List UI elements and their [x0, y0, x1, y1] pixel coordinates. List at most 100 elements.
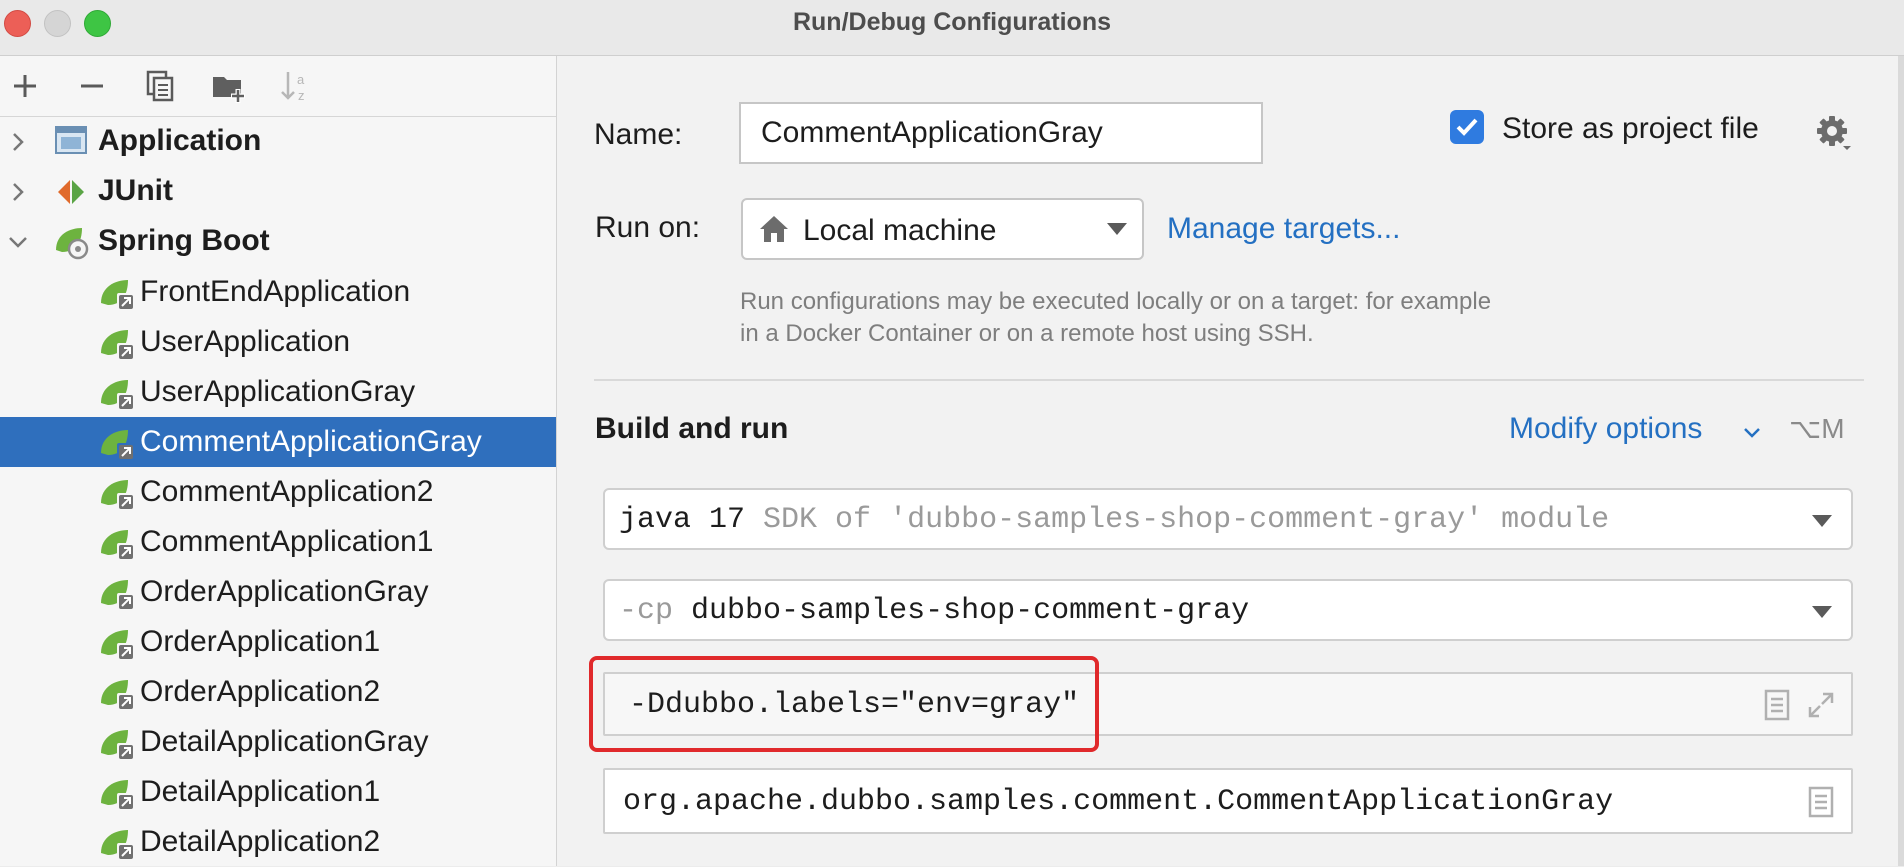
svg-text:z: z — [298, 88, 305, 103]
spring-boot-config-icon — [101, 280, 135, 311]
folder-add-icon — [213, 77, 245, 103]
jre-version: java 17 — [619, 503, 746, 537]
tree-item-label: UserApplicationGray — [140, 375, 416, 408]
junit-icon — [58, 180, 84, 204]
tree-item-label: OrderApplication2 — [140, 675, 381, 708]
main-class-value: org.apache.dubbo.samples.comment.Comment… — [623, 785, 1614, 819]
tree-item-configuration[interactable]: FrontEndApplication — [0, 267, 556, 317]
spring-boot-config-icon — [101, 530, 135, 561]
configuration-editor: Name: CommentApplicationGray Store as pr… — [557, 56, 1904, 866]
tree-item-configuration[interactable]: OrderApplication2 — [0, 667, 556, 717]
run-on-hint: Run configurations may be executed local… — [740, 286, 1640, 350]
name-input[interactable]: CommentApplicationGray — [739, 102, 1263, 164]
hint-line: in a Docker Container or on a remote hos… — [740, 320, 1314, 347]
tree-item-configuration[interactable]: CommentApplication2 — [0, 467, 556, 517]
document-icon[interactable] — [1761, 688, 1793, 722]
tree-item-label: OrderApplication1 — [140, 625, 381, 658]
spring-boot-config-icon — [101, 680, 135, 711]
tree-item-label: DetailApplication2 — [140, 825, 381, 858]
run-on-label: Run on: — [595, 211, 701, 244]
remove-configuration-button[interactable] — [72, 66, 112, 106]
minus-icon — [81, 84, 103, 88]
copy-configuration-button[interactable] — [140, 66, 180, 106]
tree-item-label: CommentApplication1 — [140, 525, 434, 558]
spring-boot-configurations: FrontEndApplication UserApplication UserAp… — [0, 267, 556, 867]
window-edge — [1898, 56, 1904, 866]
hint-line: Run configurations may be executed local… — [740, 288, 1492, 315]
sidebar-toolbar: a z — [0, 56, 556, 117]
spring-boot-config-icon — [101, 630, 135, 661]
tree-item-label: UserApplication — [140, 325, 351, 358]
tree-group-spring-boot[interactable]: Spring Boot — [0, 217, 556, 267]
spring-boot-icon — [56, 228, 89, 260]
spring-boot-config-icon — [101, 380, 135, 411]
configurations-sidebar: a z Application JUnit Spring Boot FrontE… — [0, 56, 557, 866]
tree-item-configuration[interactable]: DetailApplicationGray — [0, 717, 556, 767]
window-title: Run/Debug Configurations — [792, 8, 1112, 36]
expand-icon[interactable] — [1805, 688, 1837, 722]
chevron-right-icon[interactable] — [6, 180, 30, 204]
tree-item-label: CommentApplication2 — [140, 475, 434, 508]
tree-item-configuration[interactable]: DetailApplication2 — [0, 817, 556, 867]
tree-item-label: FrontEndApplication — [140, 275, 411, 308]
tree-group-application[interactable]: Application — [0, 117, 556, 167]
spring-boot-config-icon — [101, 330, 135, 361]
jre-value: java 17 SDK of 'dubbo-samples-shop-comme… — [619, 503, 1609, 537]
tree-item-configuration[interactable]: CommentApplicationGray — [0, 417, 556, 467]
jre-hint: SDK of 'dubbo-samples-shop-comment-gray'… — [763, 503, 1610, 537]
spring-boot-config-icon — [101, 730, 135, 761]
dropdown-arrow-icon — [1812, 515, 1832, 527]
svg-text:a: a — [297, 72, 305, 87]
manage-targets-link[interactable]: Manage targets... — [1167, 212, 1400, 246]
tree-item-configuration[interactable]: UserApplication — [0, 317, 556, 367]
jre-dropdown[interactable]: java 17 SDK of 'dubbo-samples-shop-comme… — [603, 488, 1853, 550]
tree-item-configuration[interactable]: OrderApplicationGray — [0, 567, 556, 617]
tree-item-configuration[interactable]: OrderApplication1 — [0, 617, 556, 667]
classpath-prefix: -cp — [619, 594, 674, 628]
highlight-annotation — [589, 656, 1099, 752]
tree-item-label: DetailApplicationGray — [140, 725, 429, 758]
title-bar: Run/Debug Configurations — [0, 0, 1904, 56]
gear-icon[interactable] — [1814, 113, 1854, 153]
dropdown-arrow-icon — [1812, 606, 1832, 618]
move-into-folder-button[interactable] — [208, 66, 248, 106]
main-class-input[interactable]: org.apache.dubbo.samples.comment.Comment… — [603, 768, 1853, 834]
document-icon[interactable] — [1805, 785, 1837, 819]
spring-boot-config-icon — [101, 430, 135, 461]
tree-item-configuration[interactable]: UserApplicationGray — [0, 367, 556, 417]
add-configuration-button[interactable] — [5, 66, 45, 106]
run-on-dropdown[interactable]: Local machine — [741, 198, 1144, 260]
store-as-project-file-checkbox[interactable] — [1450, 110, 1484, 144]
spring-boot-config-icon — [101, 780, 135, 811]
sort-az-icon: a z — [281, 72, 305, 103]
tree-group-label: Application — [98, 124, 262, 157]
spring-boot-config-icon — [101, 580, 135, 611]
tree-item-label: OrderApplicationGray — [140, 575, 429, 608]
home-icon — [760, 216, 788, 242]
dropdown-arrow-icon — [1107, 223, 1127, 235]
tree-item-configuration[interactable]: DetailApplication1 — [0, 767, 556, 817]
configurations-tree: Application JUnit Spring Boot FrontEndAp… — [0, 117, 556, 867]
chevron-down-icon[interactable] — [6, 230, 30, 254]
tree-item-configuration[interactable]: CommentApplication1 — [0, 517, 556, 567]
run-on-value: Local machine — [803, 214, 997, 247]
modify-options-link[interactable]: Modify options — [1509, 412, 1702, 446]
spring-boot-config-icon — [101, 830, 135, 861]
tree-group-junit[interactable]: JUnit — [0, 167, 556, 217]
tree-group-label: Spring Boot — [98, 224, 270, 257]
classpath-module-dropdown[interactable]: -cp dubbo-samples-shop-comment-gray — [603, 579, 1853, 641]
store-as-project-file-label[interactable]: Store as project file — [1502, 112, 1759, 146]
classpath-value: -cp dubbo-samples-shop-comment-gray — [619, 594, 1249, 628]
classpath-module: dubbo-samples-shop-comment-gray — [691, 594, 1250, 628]
tree-item-label: CommentApplicationGray — [140, 425, 482, 458]
section-divider — [594, 379, 1864, 381]
chevron-right-icon[interactable] — [6, 130, 30, 154]
checkmark-icon — [1456, 118, 1478, 136]
tree-group-label: JUnit — [98, 174, 173, 207]
spring-boot-config-icon — [101, 480, 135, 511]
name-label: Name: — [594, 118, 683, 151]
sort-configurations-button[interactable]: a z — [276, 66, 316, 106]
tree-item-label: DetailApplication1 — [140, 775, 381, 808]
build-and-run-heading: Build and run — [595, 412, 789, 445]
chevron-down-icon[interactable] — [1743, 426, 1761, 440]
